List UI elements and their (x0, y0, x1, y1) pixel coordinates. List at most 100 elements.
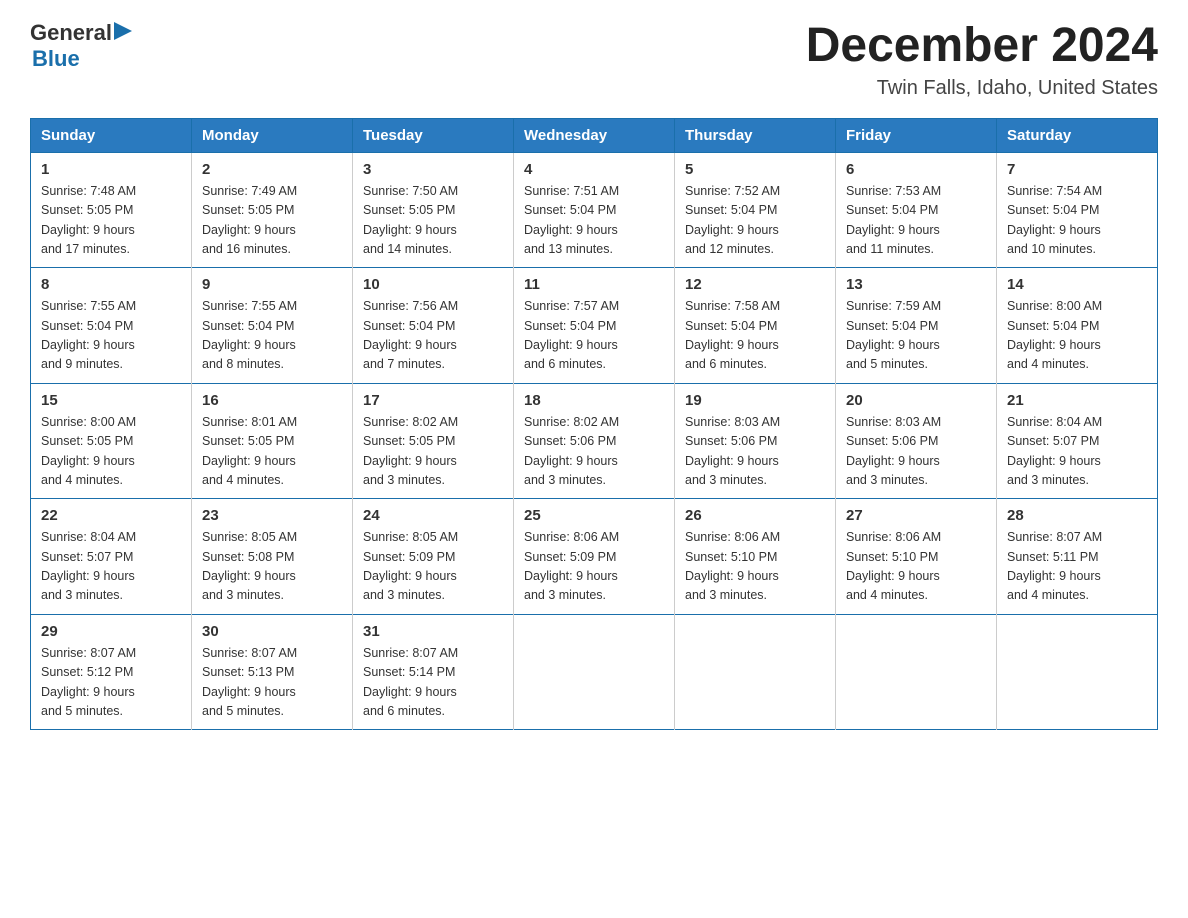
day-info: Sunrise: 8:00 AM Sunset: 5:05 PM Dayligh… (41, 413, 181, 491)
calendar-day-cell: 31 Sunrise: 8:07 AM Sunset: 5:14 PM Dayl… (353, 614, 514, 730)
title-area: December 2024 Twin Falls, Idaho, United … (806, 20, 1158, 100)
day-number: 9 (202, 276, 342, 293)
day-number: 31 (363, 623, 503, 640)
day-info: Sunrise: 7:48 AM Sunset: 5:05 PM Dayligh… (41, 182, 181, 260)
day-info: Sunrise: 8:02 AM Sunset: 5:05 PM Dayligh… (363, 413, 503, 491)
day-header-friday: Friday (836, 118, 997, 152)
day-header-thursday: Thursday (675, 118, 836, 152)
day-info: Sunrise: 8:01 AM Sunset: 5:05 PM Dayligh… (202, 413, 342, 491)
day-number: 16 (202, 392, 342, 409)
day-number: 6 (846, 161, 986, 178)
day-header-wednesday: Wednesday (514, 118, 675, 152)
day-info: Sunrise: 7:56 AM Sunset: 5:04 PM Dayligh… (363, 297, 503, 375)
day-info: Sunrise: 8:05 AM Sunset: 5:08 PM Dayligh… (202, 528, 342, 606)
calendar-week-row: 29 Sunrise: 8:07 AM Sunset: 5:12 PM Dayl… (31, 614, 1158, 730)
calendar-day-cell: 28 Sunrise: 8:07 AM Sunset: 5:11 PM Dayl… (997, 499, 1158, 615)
location-title: Twin Falls, Idaho, United States (806, 77, 1158, 100)
calendar-day-cell: 22 Sunrise: 8:04 AM Sunset: 5:07 PM Dayl… (31, 499, 192, 615)
calendar-day-cell (836, 614, 997, 730)
calendar-day-cell: 9 Sunrise: 7:55 AM Sunset: 5:04 PM Dayli… (192, 268, 353, 384)
day-header-tuesday: Tuesday (353, 118, 514, 152)
day-number: 23 (202, 507, 342, 524)
calendar-day-cell: 27 Sunrise: 8:06 AM Sunset: 5:10 PM Dayl… (836, 499, 997, 615)
calendar-week-row: 15 Sunrise: 8:00 AM Sunset: 5:05 PM Dayl… (31, 383, 1158, 499)
calendar-day-cell: 19 Sunrise: 8:03 AM Sunset: 5:06 PM Dayl… (675, 383, 836, 499)
calendar-day-cell: 4 Sunrise: 7:51 AM Sunset: 5:04 PM Dayli… (514, 152, 675, 268)
day-info: Sunrise: 8:06 AM Sunset: 5:09 PM Dayligh… (524, 528, 664, 606)
calendar-day-cell: 14 Sunrise: 8:00 AM Sunset: 5:04 PM Dayl… (997, 268, 1158, 384)
calendar-day-cell: 10 Sunrise: 7:56 AM Sunset: 5:04 PM Dayl… (353, 268, 514, 384)
day-info: Sunrise: 8:07 AM Sunset: 5:14 PM Dayligh… (363, 644, 503, 722)
calendar-day-cell: 2 Sunrise: 7:49 AM Sunset: 5:05 PM Dayli… (192, 152, 353, 268)
day-info: Sunrise: 7:51 AM Sunset: 5:04 PM Dayligh… (524, 182, 664, 260)
day-number: 22 (41, 507, 181, 524)
day-info: Sunrise: 7:52 AM Sunset: 5:04 PM Dayligh… (685, 182, 825, 260)
day-info: Sunrise: 7:53 AM Sunset: 5:04 PM Dayligh… (846, 182, 986, 260)
day-header-saturday: Saturday (997, 118, 1158, 152)
day-number: 15 (41, 392, 181, 409)
logo-general-text: General (30, 20, 112, 46)
day-header-monday: Monday (192, 118, 353, 152)
calendar-day-cell (514, 614, 675, 730)
day-number: 30 (202, 623, 342, 640)
day-number: 4 (524, 161, 664, 178)
day-info: Sunrise: 8:06 AM Sunset: 5:10 PM Dayligh… (846, 528, 986, 606)
day-number: 7 (1007, 161, 1147, 178)
day-info: Sunrise: 8:03 AM Sunset: 5:06 PM Dayligh… (846, 413, 986, 491)
day-number: 3 (363, 161, 503, 178)
calendar-day-cell: 25 Sunrise: 8:06 AM Sunset: 5:09 PM Dayl… (514, 499, 675, 615)
day-number: 13 (846, 276, 986, 293)
calendar-day-cell: 7 Sunrise: 7:54 AM Sunset: 5:04 PM Dayli… (997, 152, 1158, 268)
day-info: Sunrise: 8:05 AM Sunset: 5:09 PM Dayligh… (363, 528, 503, 606)
calendar-day-cell: 15 Sunrise: 8:00 AM Sunset: 5:05 PM Dayl… (31, 383, 192, 499)
day-info: Sunrise: 7:58 AM Sunset: 5:04 PM Dayligh… (685, 297, 825, 375)
day-number: 1 (41, 161, 181, 178)
day-info: Sunrise: 7:57 AM Sunset: 5:04 PM Dayligh… (524, 297, 664, 375)
day-number: 27 (846, 507, 986, 524)
month-title: December 2024 (806, 20, 1158, 73)
calendar-day-cell: 12 Sunrise: 7:58 AM Sunset: 5:04 PM Dayl… (675, 268, 836, 384)
logo-blue-text: Blue (32, 46, 132, 72)
day-info: Sunrise: 8:03 AM Sunset: 5:06 PM Dayligh… (685, 413, 825, 491)
calendar-day-cell: 26 Sunrise: 8:06 AM Sunset: 5:10 PM Dayl… (675, 499, 836, 615)
day-number: 17 (363, 392, 503, 409)
calendar-day-cell: 20 Sunrise: 8:03 AM Sunset: 5:06 PM Dayl… (836, 383, 997, 499)
day-info: Sunrise: 8:02 AM Sunset: 5:06 PM Dayligh… (524, 413, 664, 491)
day-info: Sunrise: 8:04 AM Sunset: 5:07 PM Dayligh… (1007, 413, 1147, 491)
day-info: Sunrise: 7:55 AM Sunset: 5:04 PM Dayligh… (202, 297, 342, 375)
calendar-table: SundayMondayTuesdayWednesdayThursdayFrid… (30, 118, 1158, 731)
calendar-day-cell: 24 Sunrise: 8:05 AM Sunset: 5:09 PM Dayl… (353, 499, 514, 615)
day-number: 24 (363, 507, 503, 524)
logo: General Blue (30, 20, 132, 72)
day-header-sunday: Sunday (31, 118, 192, 152)
day-info: Sunrise: 7:54 AM Sunset: 5:04 PM Dayligh… (1007, 182, 1147, 260)
day-info: Sunrise: 7:49 AM Sunset: 5:05 PM Dayligh… (202, 182, 342, 260)
calendar-day-cell: 5 Sunrise: 7:52 AM Sunset: 5:04 PM Dayli… (675, 152, 836, 268)
calendar-week-row: 22 Sunrise: 8:04 AM Sunset: 5:07 PM Dayl… (31, 499, 1158, 615)
calendar-day-cell: 23 Sunrise: 8:05 AM Sunset: 5:08 PM Dayl… (192, 499, 353, 615)
day-number: 26 (685, 507, 825, 524)
day-number: 8 (41, 276, 181, 293)
day-number: 21 (1007, 392, 1147, 409)
day-number: 14 (1007, 276, 1147, 293)
day-info: Sunrise: 7:50 AM Sunset: 5:05 PM Dayligh… (363, 182, 503, 260)
logo-arrow-icon (114, 22, 132, 40)
calendar-day-cell: 16 Sunrise: 8:01 AM Sunset: 5:05 PM Dayl… (192, 383, 353, 499)
calendar-day-cell (675, 614, 836, 730)
day-number: 5 (685, 161, 825, 178)
calendar-day-cell: 21 Sunrise: 8:04 AM Sunset: 5:07 PM Dayl… (997, 383, 1158, 499)
calendar-day-cell: 8 Sunrise: 7:55 AM Sunset: 5:04 PM Dayli… (31, 268, 192, 384)
day-info: Sunrise: 8:00 AM Sunset: 5:04 PM Dayligh… (1007, 297, 1147, 375)
day-info: Sunrise: 7:59 AM Sunset: 5:04 PM Dayligh… (846, 297, 986, 375)
day-number: 11 (524, 276, 664, 293)
calendar-day-cell (997, 614, 1158, 730)
day-number: 2 (202, 161, 342, 178)
calendar-day-cell: 18 Sunrise: 8:02 AM Sunset: 5:06 PM Dayl… (514, 383, 675, 499)
calendar-day-cell: 29 Sunrise: 8:07 AM Sunset: 5:12 PM Dayl… (31, 614, 192, 730)
page-header: General Blue December 2024 Twin Falls, I… (30, 20, 1158, 100)
calendar-day-cell: 30 Sunrise: 8:07 AM Sunset: 5:13 PM Dayl… (192, 614, 353, 730)
day-number: 28 (1007, 507, 1147, 524)
calendar-week-row: 8 Sunrise: 7:55 AM Sunset: 5:04 PM Dayli… (31, 268, 1158, 384)
day-info: Sunrise: 7:55 AM Sunset: 5:04 PM Dayligh… (41, 297, 181, 375)
calendar-day-cell: 3 Sunrise: 7:50 AM Sunset: 5:05 PM Dayli… (353, 152, 514, 268)
